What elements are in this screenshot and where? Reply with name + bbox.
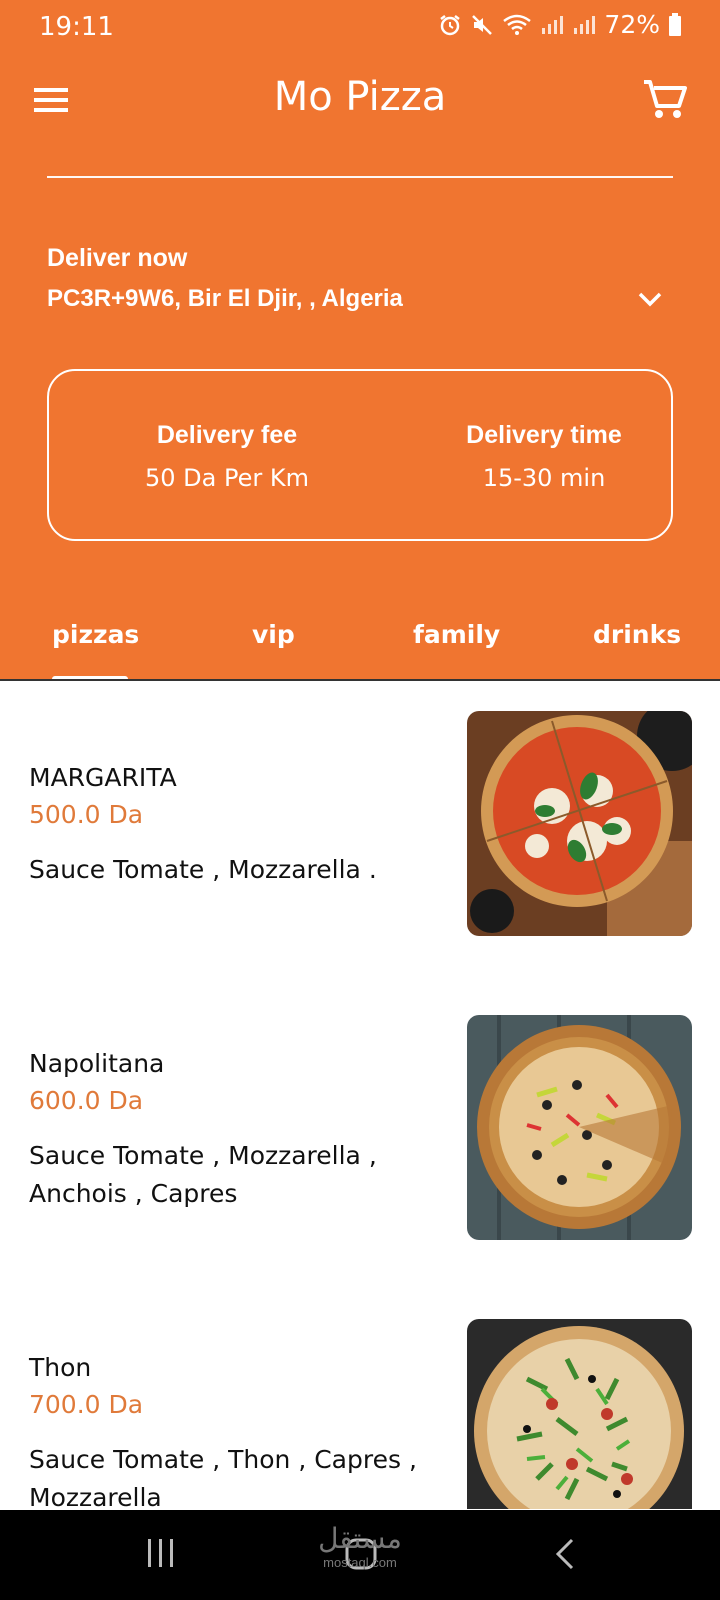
search-divider xyxy=(47,176,673,178)
watermark-logo: مستقل xyxy=(318,1522,402,1555)
menu-list[interactable]: MARGARITA 500.0 Da Sauce Tomate , Mozzar… xyxy=(0,681,720,1509)
item-text: MARGARITA 500.0 Da Sauce Tomate , Mozzar… xyxy=(29,763,429,889)
item-description: Sauce Tomate , Thon , Capres , Mozzarell… xyxy=(29,1445,417,1509)
app-bar: Mo Pizza xyxy=(0,54,720,150)
pizza-image xyxy=(467,1319,692,1509)
battery-percent: 72% xyxy=(604,10,660,39)
signal-icon-2 xyxy=(574,15,596,34)
item-description: Sauce Tomate , Mozzarella . xyxy=(29,855,377,884)
pizza-image xyxy=(467,1015,692,1240)
delivery-time-value: 15-30 min xyxy=(482,464,606,492)
napolitana-pizza-image xyxy=(467,1015,692,1240)
tab-family[interactable]: family xyxy=(413,620,500,649)
watermark: مستقل mostaql.com xyxy=(300,1522,420,1570)
deliver-label: Deliver now xyxy=(47,244,188,272)
tab-drinks[interactable]: drinks xyxy=(593,620,681,649)
back-button[interactable] xyxy=(554,1537,576,1576)
watermark-url: mostaql.com xyxy=(323,1555,397,1570)
delivery-fee: Delivery fee 50 Da Per Km xyxy=(102,421,352,492)
tab-vip[interactable]: vip xyxy=(252,620,295,649)
delivery-fee-value: 50 Da Per Km xyxy=(145,464,309,492)
tab-pizzas[interactable]: pizzas xyxy=(52,620,139,649)
item-text: Napolitana 600.0 Da Sauce Tomate , Mozza… xyxy=(29,1049,429,1213)
alarm-icon xyxy=(440,14,461,35)
signal-icon xyxy=(542,15,564,34)
wifi-icon xyxy=(503,14,532,35)
thon-pizza-image xyxy=(467,1319,692,1509)
item-price: 700.0 Da xyxy=(29,1390,144,1419)
list-item[interactable]: MARGARITA 500.0 Da Sauce Tomate , Mozzar… xyxy=(0,681,720,951)
list-item[interactable]: Thon 700.0 Da Sauce Tomate , Thon , Capr… xyxy=(0,1291,720,1509)
margarita-pizza-image xyxy=(467,711,692,936)
app-title: Mo Pizza xyxy=(273,74,447,120)
deliver-address: PC3R+9W6, Bir El Djir, , Algeria xyxy=(47,285,403,312)
shopping-cart-icon xyxy=(644,80,687,118)
cart-button[interactable] xyxy=(640,74,690,124)
category-tabs: pizzas vip family drinks xyxy=(0,600,720,680)
status-icons: 72% xyxy=(438,10,682,39)
back-icon xyxy=(555,1538,574,1570)
system-nav-bar: مستقل mostaql.com xyxy=(0,1510,720,1600)
item-name: Napolitana xyxy=(29,1049,165,1078)
list-item[interactable]: Napolitana 600.0 Da Sauce Tomate , Mozza… xyxy=(0,987,720,1257)
delivery-time-label: Delivery time xyxy=(466,421,622,449)
delivery-info-card: Delivery fee 50 Da Per Km Delivery time … xyxy=(47,369,673,541)
item-text: Thon 700.0 Da Sauce Tomate , Thon , Capr… xyxy=(29,1353,429,1509)
item-price: 600.0 Da xyxy=(29,1086,144,1115)
delivery-fee-label: Delivery fee xyxy=(156,421,298,449)
item-name: Thon xyxy=(29,1353,92,1382)
status-bar: 19:11 72% xyxy=(0,0,720,54)
pizza-image xyxy=(467,711,692,936)
recent-apps-button[interactable] xyxy=(146,1537,176,1574)
recent-apps-icon xyxy=(148,1539,173,1567)
status-time: 19:11 xyxy=(39,12,114,42)
delivery-address-selector[interactable]: Deliver now PC3R+9W6, Bir El Djir, , Alg… xyxy=(47,244,673,313)
item-price: 500.0 Da xyxy=(29,800,144,829)
item-description: Sauce Tomate , Mozzarella , Anchois , Ca… xyxy=(29,1141,377,1208)
item-name: MARGARITA xyxy=(29,763,177,792)
mute-icon xyxy=(472,14,493,35)
battery-icon xyxy=(669,12,681,36)
chevron-down-icon xyxy=(638,292,662,307)
delivery-time: Delivery time 15-30 min xyxy=(419,421,669,492)
